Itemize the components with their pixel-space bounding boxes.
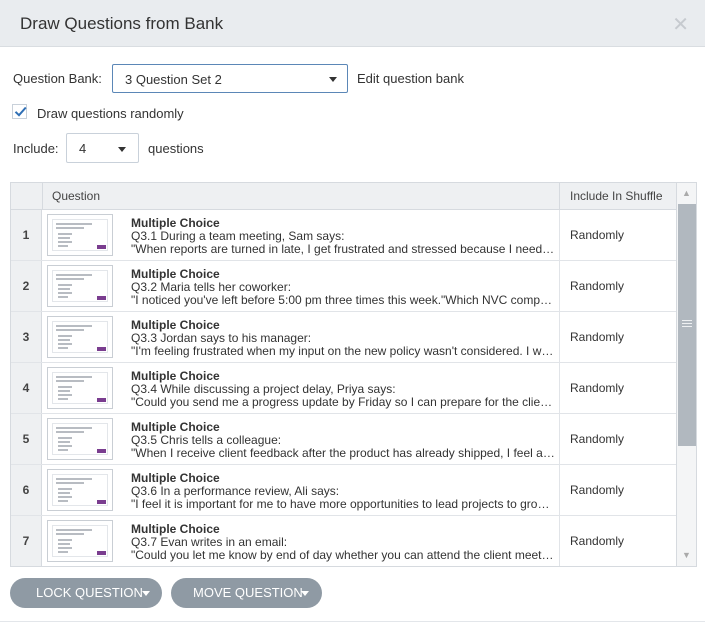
question-bank-value: 3 Question Set 2 [125,72,222,87]
table-row[interactable]: 6 Multiple Choice Q3.6 In a performance re… [11,465,676,516]
question-title: Q3.6 In a performance review, Ali says: [131,484,340,498]
include-label: Include: [13,141,59,156]
lock-question-button[interactable]: LOCK QUESTION [10,578,162,608]
caret-down-icon [118,147,126,152]
caret-down-icon [142,591,150,596]
scrollbar-thumb[interactable] [678,204,696,446]
questions-table: Question Include In Shuffle 1 Multiple Ch… [10,182,697,567]
dialog-title-bar: Draw Questions from Bank ✕ [0,0,705,47]
include-in-shuffle-cell[interactable]: Randomly [559,363,676,413]
table-row[interactable]: 2 Multiple Choice Q3.2 Maria tells her cow… [11,261,676,312]
question-type: Multiple Choice [131,420,220,434]
row-number: 4 [11,363,42,413]
question-type: Multiple Choice [131,216,220,230]
question-type: Multiple Choice [131,522,220,536]
question-title: Q3.7 Evan writes in an email: [131,535,288,549]
slide-thumbnail [47,316,113,358]
header-include-in-shuffle[interactable]: Include In Shuffle [559,183,676,209]
header-number-cell [11,183,43,209]
question-snippet: "When I receive client feedback after th… [131,446,556,460]
draw-randomly-label[interactable]: Draw questions randomly [37,106,184,121]
question-snippet: "I feel it is important for me to have m… [131,497,556,511]
question-bank-label: Question Bank: [13,71,102,86]
question-type: Multiple Choice [131,318,220,332]
header-question[interactable]: Question [52,189,100,203]
lock-question-label: LOCK QUESTION [36,585,143,600]
slide-thumbnail [47,418,113,460]
include-count-value: 4 [79,141,87,156]
question-type: Multiple Choice [131,369,220,383]
grip-icon [682,320,692,329]
scroll-down-icon[interactable]: ▼ [677,545,696,566]
table-row[interactable]: 1 Multiple Choice Q3.1 During a team meeti… [11,210,676,261]
questions-suffix-label: questions [148,141,204,156]
row-number: 2 [11,261,42,311]
slide-thumbnail [47,367,113,409]
table-row[interactable]: 7 Multiple Choice Q3.7 Evan writes in an e… [11,516,676,566]
checkmark-icon [14,106,27,117]
row-number: 5 [11,414,42,464]
row-number: 3 [11,312,42,362]
footer-divider [0,621,705,622]
question-title: Q3.2 Maria tells her coworker: [131,280,292,294]
question-type: Multiple Choice [131,471,220,485]
row-number: 7 [11,516,42,566]
question-snippet: "When reports are turned in late, I get … [131,242,556,256]
question-bank-select[interactable]: 3 Question Set 2 [112,64,348,93]
scroll-up-icon[interactable]: ▲ [677,183,696,204]
include-in-shuffle-cell[interactable]: Randomly [559,261,676,311]
close-icon[interactable]: ✕ [672,12,689,37]
edit-question-bank-link[interactable]: Edit question bank [357,71,464,86]
question-snippet: "I'm feeling frustrated when my input on… [131,344,556,358]
table-row[interactable]: 5 Multiple Choice Q3.5 Chris tells a colle… [11,414,676,465]
include-in-shuffle-cell[interactable]: Randomly [559,465,676,515]
include-count-select[interactable]: 4 [66,133,139,163]
caret-down-icon [329,77,337,82]
question-title: Q3.1 During a team meeting, Sam says: [131,229,345,243]
question-snippet: "Could you send me a progress update by … [131,395,556,409]
include-in-shuffle-cell[interactable]: Randomly [559,516,676,566]
vertical-scrollbar[interactable]: ▲ ▼ [676,183,696,566]
question-title: Q3.5 Chris tells a colleague: [131,433,282,447]
table-body: 1 Multiple Choice Q3.1 During a team meeti… [11,210,676,566]
slide-thumbnail [47,265,113,307]
table-row[interactable]: 3 Multiple Choice Q3.3 Jordan says to his … [11,312,676,363]
include-in-shuffle-cell[interactable]: Randomly [559,414,676,464]
dialog-title: Draw Questions from Bank [20,14,224,33]
slide-thumbnail [47,214,113,256]
question-title: Q3.3 Jordan says to his manager: [131,331,312,345]
question-type: Multiple Choice [131,267,220,281]
move-question-button[interactable]: MOVE QUESTION [171,578,322,608]
table-row[interactable]: 4 Multiple Choice Q3.4 While discussing a … [11,363,676,414]
question-title: Q3.4 While discussing a project delay, P… [131,382,396,396]
slide-thumbnail [47,520,113,562]
row-number: 6 [11,465,42,515]
draw-randomly-checkbox[interactable] [12,104,27,119]
question-snippet: "I noticed you've left before 5:00 pm th… [131,293,556,307]
include-in-shuffle-cell[interactable]: Randomly [559,210,676,260]
table-header: Question Include In Shuffle [11,183,676,210]
caret-down-icon [301,591,309,596]
row-number: 1 [11,210,42,260]
slide-thumbnail [47,469,113,511]
include-in-shuffle-cell[interactable]: Randomly [559,312,676,362]
move-question-label: MOVE QUESTION [193,585,303,600]
question-snippet: "Could you let me know by end of day whe… [131,548,556,562]
